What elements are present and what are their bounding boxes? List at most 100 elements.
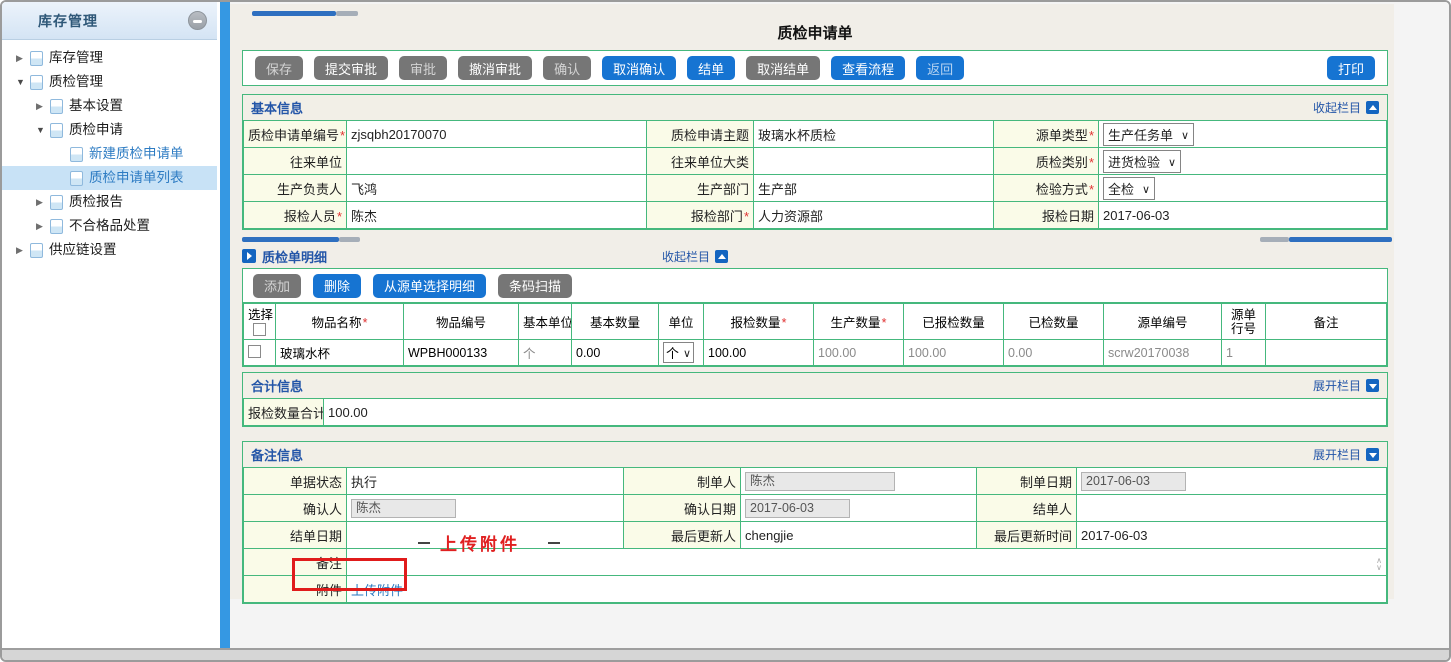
remark-section: 备注信息 展开栏目 单据状态 执行 制单人 陈杰 制单日期 2017-06-03 — [242, 441, 1388, 604]
scrollbar-thumb[interactable] — [1289, 237, 1392, 242]
subject-value[interactable]: 玻璃水杯质检 — [754, 121, 994, 148]
expand-section-label: 展开栏目 — [1313, 377, 1361, 394]
document-icon — [50, 99, 63, 114]
scroll-spinner[interactable]: ∧∨ — [1376, 554, 1382, 571]
horizontal-scrollbar-top[interactable] — [252, 11, 358, 16]
barcode-scan-button[interactable]: 条码扫描 — [498, 274, 572, 298]
sidebar-title: 库存管理 — [38, 11, 98, 31]
splitter-bar[interactable] — [220, 2, 230, 648]
approve-button[interactable]: 审批 — [399, 56, 447, 80]
base-qty-cell[interactable]: 0.00 — [572, 340, 659, 366]
delete-row-button[interactable]: 删除 — [313, 274, 361, 298]
collapse-up-icon[interactable] — [1366, 101, 1379, 114]
collapse-arrow-icon[interactable] — [16, 70, 28, 94]
field-label: 报检数量合计 — [244, 399, 324, 426]
section-title: 合计信息 — [251, 376, 303, 395]
creator-input: 陈杰 — [745, 472, 895, 491]
select-from-source-button[interactable]: 从源单选择明细 — [373, 274, 486, 298]
sidebar-collapse-button[interactable] — [188, 11, 207, 30]
apply-date-value[interactable]: 2017-06-03 — [1099, 202, 1387, 229]
item-name-cell[interactable]: 玻璃水杯 — [276, 340, 404, 366]
sidebar-item-qc-mgmt[interactable]: 质检管理 — [2, 70, 217, 94]
scrollbar-track[interactable] — [339, 237, 360, 242]
view-flow-button[interactable]: 查看流程 — [831, 56, 905, 80]
sidebar-item-basic-settings[interactable]: 基本设置 — [2, 94, 217, 118]
expand-arrow-icon[interactable] — [36, 190, 48, 214]
confirmer-input: 陈杰 — [351, 499, 456, 518]
apply-dept-value[interactable]: 人力资源部 — [754, 202, 994, 229]
sidebar: 库存管理 库存管理 质检管理 基本设置 质检申请 — [2, 2, 217, 648]
close-order-button[interactable]: 结单 — [687, 56, 735, 80]
expand-arrow-icon[interactable] — [16, 238, 28, 262]
chevron-down-icon[interactable]: ∨ — [1376, 564, 1382, 571]
expand-down-icon[interactable] — [1366, 448, 1379, 461]
field-label: 往来单位 — [244, 148, 347, 175]
revoke-approval-button[interactable]: 撤消审批 — [458, 56, 532, 80]
select-column-header: 选择 — [244, 304, 276, 340]
confirm-button[interactable]: 确认 — [543, 56, 591, 80]
apply-qty-cell[interactable]: 100.00 — [704, 340, 814, 366]
submit-approval-button[interactable]: 提交审批 — [314, 56, 388, 80]
expand-arrow-icon[interactable] — [16, 46, 28, 70]
expand-down-icon[interactable] — [1366, 379, 1379, 392]
tree-item-label: 基本设置 — [69, 94, 123, 118]
field-label: 确认日期 — [624, 495, 741, 522]
order-no-value[interactable]: zjsqbh20170070 — [347, 121, 647, 148]
cancel-close-button[interactable]: 取消结单 — [746, 56, 820, 80]
scrollbar-track[interactable] — [1260, 237, 1289, 242]
select-all-checkbox[interactable] — [253, 323, 266, 336]
sidebar-item-supply-chain-settings[interactable]: 供应链设置 — [2, 238, 217, 262]
column-header: 物品编号 — [404, 304, 519, 340]
expand-section-label: 展开栏目 — [1313, 446, 1361, 463]
sidebar-item-inventory-mgmt[interactable]: 库存管理 — [2, 46, 217, 70]
document-icon — [30, 243, 43, 258]
remark-cell[interactable] — [1266, 340, 1387, 366]
collapse-section-link[interactable]: 收起栏目 — [662, 248, 728, 265]
expand-arrow-icon[interactable] — [36, 214, 48, 238]
row-checkbox[interactable] — [248, 345, 261, 358]
column-header: 备注 — [1266, 304, 1387, 340]
field-label: 质检类别* — [994, 148, 1099, 175]
document-icon — [70, 147, 83, 162]
save-button[interactable]: 保存 — [255, 56, 303, 80]
partner-class-value[interactable] — [754, 148, 994, 175]
scrollbar-thumb[interactable] — [252, 11, 336, 16]
collapse-up-icon[interactable] — [715, 250, 728, 263]
column-header: 基本数量 — [572, 304, 659, 340]
qc-category-select[interactable]: 进货检验 — [1103, 150, 1181, 173]
back-button[interactable]: 返回 — [916, 56, 964, 80]
sidebar-item-qc-apply[interactable]: 质检申请 — [2, 118, 217, 142]
item-code-cell[interactable]: WPBH000133 — [404, 340, 519, 366]
field-label: 结单日期 — [244, 522, 347, 549]
unit-select[interactable]: 个 — [663, 342, 694, 363]
scrollbar-track[interactable] — [336, 11, 358, 16]
prod-dept-value[interactable]: 生产部 — [754, 175, 994, 202]
sidebar-item-defective-disposal[interactable]: 不合格品处置 — [2, 214, 217, 238]
inspect-mode-select[interactable]: 全检 — [1103, 177, 1155, 200]
source-type-select[interactable]: 生产任务单 — [1103, 123, 1194, 146]
add-row-button[interactable]: 添加 — [253, 274, 301, 298]
annotation-dash — [418, 542, 430, 544]
expand-section-link[interactable]: 展开栏目 — [1313, 377, 1379, 394]
print-button[interactable]: 打印 — [1327, 56, 1375, 80]
field-label: 质检申请主题 — [647, 121, 754, 148]
collapse-section-link[interactable]: 收起栏目 — [1313, 99, 1379, 116]
document-icon — [50, 195, 63, 210]
partner-value[interactable] — [347, 148, 647, 175]
applicant-value[interactable]: 陈杰 — [347, 202, 647, 229]
horizontal-scrollbar-left[interactable] — [242, 237, 360, 242]
sidebar-item-new-qc-apply[interactable]: 新建质检申请单 — [2, 142, 217, 166]
chevron-down-icon — [683, 345, 691, 360]
cancel-confirm-button[interactable]: 取消确认 — [602, 56, 676, 80]
expand-section-link[interactable]: 展开栏目 — [1313, 446, 1379, 463]
field-label: 制单日期 — [977, 468, 1077, 495]
collapse-arrow-icon[interactable] — [36, 118, 48, 142]
horizontal-scrollbar-right[interactable] — [1260, 237, 1392, 242]
sidebar-item-qc-apply-list[interactable]: 质检申请单列表 — [2, 166, 217, 190]
total-section: 合计信息 展开栏目 报检数量合计 100.00 — [242, 372, 1388, 427]
form-page: 质检申请单 保存 提交审批 审批 撤消审批 确认 取消确认 结单 取消结单 查看… — [230, 4, 1394, 599]
prod-manager-value[interactable]: 飞鸿 — [347, 175, 647, 202]
sidebar-item-qc-report[interactable]: 质检报告 — [2, 190, 217, 214]
expand-arrow-icon[interactable] — [36, 94, 48, 118]
scrollbar-thumb[interactable] — [242, 237, 339, 242]
